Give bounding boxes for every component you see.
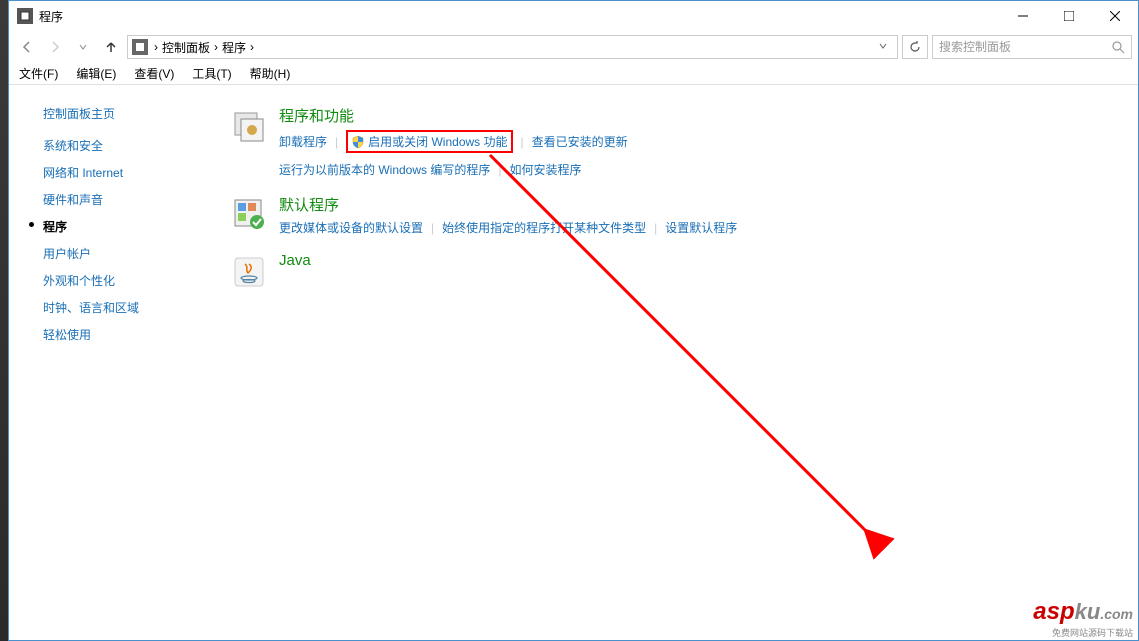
link-separator: | [498,163,501,177]
link-separator: | [521,135,524,149]
category-default-programs: 默认程序 更改媒体或设备的默认设置 | 始终使用指定的程序打开某种文件类型 | … [229,194,1138,236]
forward-button[interactable] [43,35,67,59]
back-button[interactable] [15,35,39,59]
recent-dropdown[interactable] [71,35,95,59]
java-icon [229,252,269,292]
link-always-open[interactable]: 始终使用指定的程序打开某种文件类型 [442,219,646,236]
search-icon [1111,40,1125,54]
watermark-sub: 免费网站源码下载站 [1033,626,1133,639]
sidebar-item-4[interactable]: 用户帐户 [29,240,199,267]
watermark-text2: ku [1075,599,1101,624]
addressbar: › 控制面板 › 程序 › [9,31,1138,63]
link-change-defaults[interactable]: 更改媒体或设备的默认设置 [279,219,423,236]
menu-help[interactable]: 帮助(H) [250,65,291,82]
content-area: 控制面板主页 系统和安全网络和 Internet硬件和声音程序用户帐户外观和个性… [9,85,1138,638]
breadcrumb-current[interactable]: 程序 [222,39,246,56]
control-panel-window: 程序 › 控制面板 › 程序 › 文件(F) [8,0,1139,641]
programs-features-title[interactable]: 程序和功能 [279,105,1138,126]
link-how-install[interactable]: 如何安装程序 [509,161,581,178]
up-button[interactable] [99,35,123,59]
breadcrumb-sep[interactable]: › [214,40,218,54]
default-programs-title[interactable]: 默认程序 [279,194,1138,215]
sidebar: 控制面板主页 系统和安全网络和 Internet硬件和声音程序用户帐户外观和个性… [29,105,209,638]
sidebar-item-3[interactable]: 程序 [29,213,199,240]
address-icon [132,39,148,55]
sidebar-item-0[interactable]: 系统和安全 [29,132,199,159]
link-windows-features[interactable]: 启用或关闭 Windows 功能 [346,130,512,153]
window-title: 程序 [39,8,1000,25]
watermark: aspku.com 免费网站源码下载站 [1033,598,1133,639]
link-windows-features-label: 启用或关闭 Windows 功能 [368,133,507,150]
menu-tools[interactable]: 工具(T) [192,65,231,82]
watermark-text3: .com [1100,606,1133,622]
window-controls [1000,1,1138,31]
address-box[interactable]: › 控制面板 › 程序 › [127,35,898,59]
minimize-button[interactable] [1000,1,1046,31]
sidebar-item-6[interactable]: 时钟、语言和区域 [29,294,199,321]
sidebar-item-2[interactable]: 硬件和声音 [29,186,199,213]
menu-edit[interactable]: 编辑(E) [76,65,116,82]
search-box[interactable] [932,35,1132,59]
programs-features-icon [229,105,269,145]
sidebar-home-link[interactable]: 控制面板主页 [29,105,199,122]
category-java: Java [229,252,1138,292]
main-panel: 程序和功能 卸载程序 | 启用或关闭 Windows 功能 | 查看已安装的更新… [209,105,1138,638]
breadcrumb-root[interactable]: 控制面板 [162,39,210,56]
sidebar-item-7[interactable]: 轻松使用 [29,321,199,348]
menu-view[interactable]: 查看(V) [134,65,174,82]
sidebar-item-5[interactable]: 外观和个性化 [29,267,199,294]
link-set-defaults[interactable]: 设置默认程序 [665,219,737,236]
link-uninstall[interactable]: 卸载程序 [279,133,327,150]
breadcrumb-sep[interactable]: › [250,40,254,54]
link-separator: | [335,135,338,149]
menu-file[interactable]: 文件(F) [19,65,58,82]
category-programs-features: 程序和功能 卸载程序 | 启用或关闭 Windows 功能 | 查看已安装的更新… [229,105,1138,178]
breadcrumb: › 控制面板 › 程序 › [154,39,254,56]
address-dropdown-icon[interactable] [873,40,893,54]
search-input[interactable] [939,40,1111,54]
link-separator: | [654,221,657,235]
titlebar: 程序 [9,1,1138,31]
default-programs-icon [229,194,269,234]
maximize-button[interactable] [1046,1,1092,31]
menubar: 文件(F) 编辑(E) 查看(V) 工具(T) 帮助(H) [9,63,1138,85]
watermark-text1: asp [1033,598,1074,625]
left-edge-shadow [0,0,8,641]
sidebar-item-1[interactable]: 网络和 Internet [29,159,199,186]
window-icon [17,8,33,24]
refresh-button[interactable] [902,35,928,59]
link-run-old[interactable]: 运行为以前版本的 Windows 编写的程序 [279,161,490,178]
link-view-updates[interactable]: 查看已安装的更新 [532,133,628,150]
breadcrumb-sep[interactable]: › [154,40,158,54]
link-separator: | [431,221,434,235]
shield-icon [351,135,365,149]
close-button[interactable] [1092,1,1138,31]
java-title[interactable]: Java [279,252,1138,269]
